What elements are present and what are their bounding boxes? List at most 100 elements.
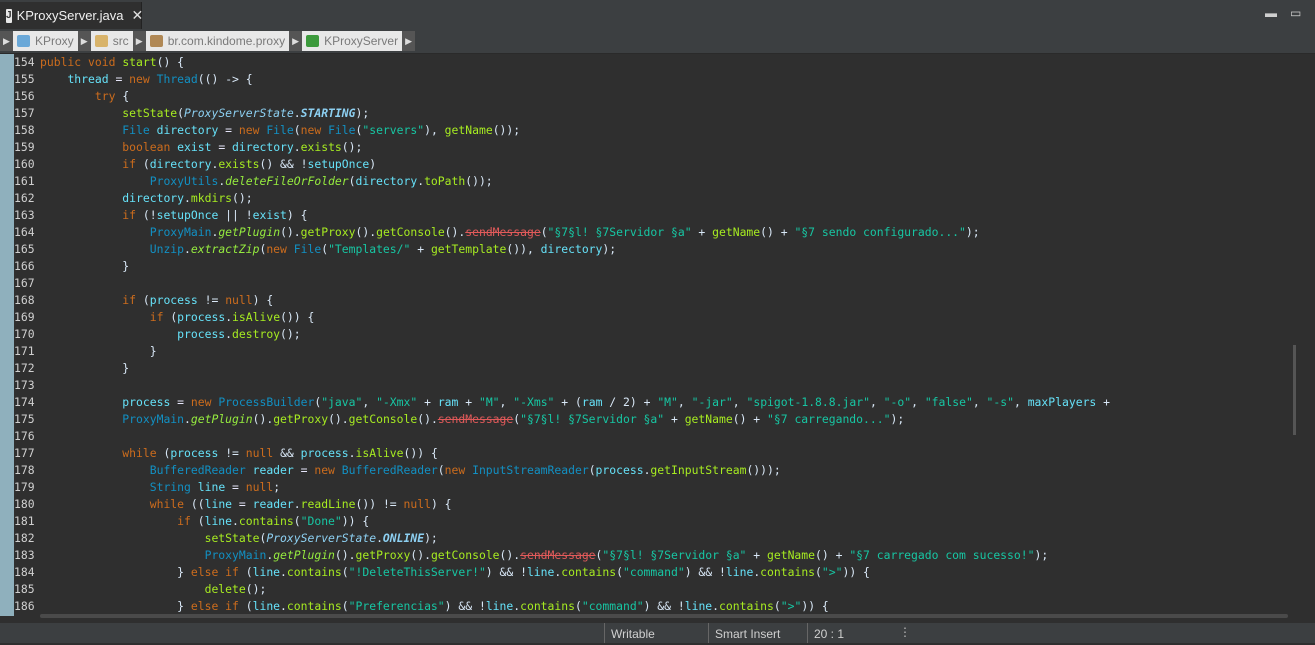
chevron-right-icon[interactable]: ▶	[402, 31, 416, 51]
code-token: getTemplate	[430, 242, 507, 256]
code-token: if	[177, 514, 198, 528]
maximize-icon[interactable]: ▭	[1290, 6, 1301, 20]
code-line: 183 ProxyMain.getPlugin().getProxy().get…	[14, 547, 1298, 564]
code-token: contains	[561, 565, 617, 579]
code-token: (	[177, 106, 185, 120]
code-token: getName	[767, 548, 816, 562]
code-token: ) && !	[485, 565, 527, 579]
horizontal-scrollbar[interactable]	[40, 614, 1288, 618]
code-token: ()) {	[280, 310, 315, 324]
code-token: getProxy	[300, 225, 356, 239]
code-token: line	[197, 480, 233, 494]
code-text: try {	[40, 88, 129, 105]
class-icon	[306, 35, 320, 47]
breadcrumb-item[interactable]: br.com.kindome.proxy	[146, 31, 289, 51]
code-token: );	[355, 106, 370, 120]
code-token: }	[40, 361, 130, 375]
code-line: 175 ProxyMain.getPlugin().getProxy().get…	[14, 411, 1298, 428]
code-token: contains	[286, 599, 342, 613]
code-text: if (process.isAlive()) {	[40, 309, 315, 326]
vertical-scrollbar[interactable]	[1298, 54, 1315, 616]
code-token: ) {	[286, 208, 308, 222]
code-token: "Preferencias"	[348, 599, 445, 613]
code-line: 184 } else if (line.contains("!DeleteThi…	[14, 564, 1298, 581]
code-token: ) {	[430, 497, 452, 511]
code-line: 182 setState(ProxyServerState.ONLINE);	[14, 530, 1298, 547]
code-line: 186 } else if (line.contains("Preferenci…	[14, 598, 1298, 615]
line-number: 182	[14, 531, 35, 545]
scroll-thumb[interactable]	[1293, 345, 1296, 435]
chevron-right-icon[interactable]: ▶	[132, 31, 146, 51]
code-token: =	[225, 123, 239, 137]
line-number: 155	[14, 72, 35, 86]
line-number: 171	[14, 344, 35, 358]
code-token: null	[245, 446, 281, 460]
code-token: BufferedReader	[149, 463, 253, 477]
code-token: ONLINE	[382, 531, 425, 545]
code-line: 158 File directory = new File(new File("…	[14, 122, 1298, 139]
code-text: ProxyMain.getPlugin().getProxy().getCons…	[40, 411, 904, 428]
code-token: if	[122, 157, 143, 171]
code-token: thread	[67, 72, 116, 86]
code-line: 160 if (directory.exists() && !setupOnce…	[14, 156, 1298, 173]
breadcrumb-item[interactable]: src	[91, 31, 133, 51]
insert-mode-status[interactable]: Smart Insert	[708, 623, 807, 643]
code-text: ProxyMain.getPlugin().getProxy().getCons…	[40, 547, 1049, 564]
code-token: setState	[122, 106, 178, 120]
more-options-icon[interactable]: ⋮	[899, 625, 911, 639]
code-token: (	[574, 599, 582, 613]
code-token: )) {	[842, 565, 870, 579]
code-text: } else if (line.contains("Preferencias")…	[40, 598, 829, 615]
code-token: (	[616, 565, 623, 579]
code-token: ">"	[780, 599, 802, 613]
breadcrumb-item[interactable]: KProxy	[13, 31, 78, 51]
line-number: 184	[14, 565, 35, 579]
code-token: new	[314, 463, 342, 477]
code-line: 156 try {	[14, 88, 1298, 105]
breadcrumb-item[interactable]: KProxyServer	[302, 31, 402, 51]
code-token: );	[965, 225, 980, 239]
minimize-icon[interactable]: ▬	[1265, 6, 1277, 20]
code-line: 180 while ((line = reader.readLine()) !=…	[14, 496, 1298, 513]
code-line: 173	[14, 377, 1298, 394]
code-token: exist	[177, 140, 219, 154]
writable-status: Writable	[604, 623, 707, 643]
code-token: ProxyMain	[122, 412, 185, 426]
code-token: maxPlayers	[1027, 395, 1097, 409]
code-token: ,	[499, 395, 514, 409]
code-token: (	[341, 599, 349, 613]
code-token: directory	[540, 242, 603, 256]
line-number: 158	[14, 123, 35, 137]
code-token: &&	[280, 446, 301, 460]
code-token: if	[122, 208, 143, 222]
code-token: null	[403, 497, 431, 511]
code-token: "Done"	[300, 514, 342, 528]
code-token: line	[684, 599, 713, 613]
code-token: "M"	[657, 395, 678, 409]
code-token: ((	[190, 497, 205, 511]
code-token: process	[149, 293, 205, 307]
code-token: delete	[204, 582, 246, 596]
code-token: }	[40, 565, 191, 579]
code-token: ,	[1013, 395, 1028, 409]
code-text: if (line.contains("Done")) {	[40, 513, 369, 530]
code-token: directory	[355, 174, 418, 188]
code-editor[interactable]: 154 public void start() {155 thread = new…	[0, 54, 1298, 616]
chevron-right-icon[interactable]: ▶	[0, 31, 13, 51]
chevron-right-icon[interactable]: ▶	[289, 31, 303, 51]
chevron-right-icon[interactable]: ▶	[77, 31, 91, 51]
line-number: 166	[14, 259, 35, 273]
code-token: =	[238, 497, 253, 511]
code-text: }	[40, 258, 129, 275]
close-icon[interactable]: ✕	[132, 7, 144, 24]
code-token: .	[348, 446, 356, 460]
code-token: exist	[252, 208, 287, 222]
code-token: () +	[732, 412, 768, 426]
code-token: .	[280, 565, 287, 579]
tab-kproxyserver-java[interactable]: J KProxyServer.java ✕	[0, 2, 144, 29]
